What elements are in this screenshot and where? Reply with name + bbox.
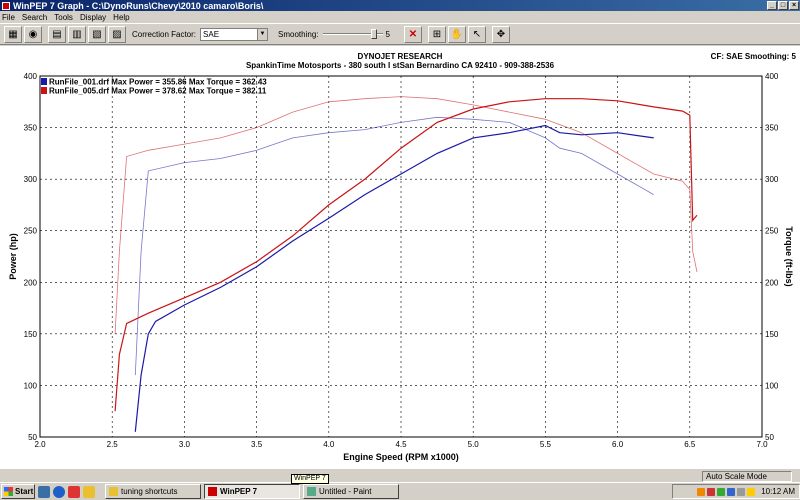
x-tick-label: 3.5 [251,440,263,449]
legend-swatch [41,78,47,85]
y2-tick-label: 400 [765,72,779,81]
smoothing-slider[interactable] [322,29,383,39]
y-tick-label: 250 [24,227,38,236]
tray-icon-4[interactable] [727,487,736,496]
toolbar: ▦ ◉ ▤ ▥ ▧ ▨ Correction Factor: SAE ▼ Smo… [0,23,800,45]
y-tick-label: 50 [28,433,37,442]
y2-tick-label: 300 [765,175,779,184]
task-tuning-shortcuts[interactable]: tuning shortcuts [105,484,201,499]
quicklaunch-folder-icon[interactable] [83,485,95,498]
graph-view-2-icon[interactable]: ▥ [68,25,86,43]
volume-icon[interactable] [747,487,756,496]
graph-panel[interactable]: DYNOJET RESEARCH SpankinTime Motosports … [0,46,800,468]
x-tick-label: 3.0 [179,440,191,449]
y-tick-label: 200 [24,278,38,287]
task-winpep[interactable]: WinPEP 7 [204,484,300,499]
y2-tick-label: 200 [765,278,779,287]
task-label: WinPEP 7 [220,487,258,496]
task-paint[interactable]: Untitled - Paint [303,484,399,499]
window-title: WinPEP 7 Graph - C:\DynoRuns\Chevy\2010 … [13,0,264,11]
x-axis-label: Engine Speed (RPM x1000) [343,452,459,462]
task-label: tuning shortcuts [121,487,178,496]
menu-bar: File Search Tools Display Help [0,11,800,23]
app-window: WinPEP 7 Graph - C:\DynoRuns\Chevy\2010 … [0,0,800,500]
x-tick-label: 4.0 [323,440,335,449]
folder-icon [109,487,118,496]
tray-icon-1[interactable] [697,487,706,496]
graph-view-1-icon[interactable]: ▤ [48,25,66,43]
x-tick-label: 6.0 [612,440,624,449]
close-button[interactable]: × [789,1,799,10]
x-tick-label: 4.5 [395,440,407,449]
correction-factor-value: SAE [203,29,220,39]
taskbar-tooltip: WinPEP 7 [291,474,329,484]
menu-tools[interactable]: Tools [54,13,73,22]
grid-icon[interactable]: ▦ [4,25,22,43]
y-tick-label: 350 [24,124,38,133]
graph-view-3-icon[interactable]: ▧ [88,25,106,43]
correction-factor-select[interactable]: SAE ▼ [200,27,269,41]
clear-icon[interactable]: ✕ [403,25,422,43]
y-tick-label: 100 [24,381,38,390]
legend-entry: RunFile_001.drf Max Power = 355.86 Max T… [49,78,267,87]
smoothing-label: Smoothing: [278,29,319,39]
y2-tick-label: 350 [765,124,779,133]
globe-icon[interactable]: ◉ [24,25,42,43]
minimize-button[interactable]: _ [767,1,777,10]
scale-mode-status: Auto Scale Mode [702,471,792,482]
graph-view-4-icon[interactable]: ▨ [108,25,126,43]
status-bar: Auto Scale Mode [0,468,800,482]
maximize-button[interactable]: □ [778,1,788,10]
smoothing-value: 5 [385,29,390,39]
tray-icon-5[interactable] [737,487,746,496]
winpep-icon [208,487,217,496]
y2-tick-label: 250 [765,227,779,236]
correction-factor-label: Correction Factor: [132,29,197,39]
menu-file[interactable]: File [2,13,15,22]
x-tick-label: 5.5 [540,440,552,449]
menu-display[interactable]: Display [80,13,106,22]
tray-icon-2[interactable] [707,487,716,496]
slider-knob[interactable] [370,29,377,39]
x-tick-label: 6.5 [684,440,696,449]
quicklaunch-desktop-icon[interactable] [38,485,50,498]
y-axis-label: Power (hp) [8,233,18,280]
system-tray: 10:12 AM [672,484,800,499]
zoom-icon[interactable]: ⊞ [427,25,446,43]
windows-flag-icon [4,487,13,496]
menu-search[interactable]: Search [22,13,47,22]
cursor-icon[interactable]: ↖ [467,25,486,43]
menu-help[interactable]: Help [113,13,129,22]
task-label: Untitled - Paint [319,487,372,496]
legend-swatch [41,87,47,94]
app-icon [2,1,10,10]
legend-entry: RunFile_005.drf Max Power = 378.62 Max T… [49,87,267,96]
move-icon[interactable]: ✥ [491,25,510,43]
y2-axis-label: Torque (ft-lbs) [784,226,794,286]
legend: RunFile_001.drf Max Power = 355.86 Max T… [41,78,267,96]
quicklaunch-ie-icon[interactable] [53,485,65,498]
x-tick-label: 2.5 [107,440,119,449]
y2-tick-label: 100 [765,381,779,390]
x-tick-label: 5.0 [468,440,480,449]
start-label: Start [15,487,34,496]
paint-icon [307,487,316,496]
y-tick-label: 300 [24,175,38,184]
clock[interactable]: 10:12 AM [761,487,795,496]
y2-tick-label: 150 [765,330,779,339]
tray-icon-3[interactable] [717,487,726,496]
chevron-down-icon[interactable]: ▼ [257,28,268,40]
quicklaunch-media-icon[interactable] [68,485,80,498]
taskbar: Start tuning shortcuts WinPEP 7 Untitled… [0,482,800,500]
y-tick-label: 400 [24,72,38,81]
start-button[interactable]: Start [1,484,35,499]
hand-icon[interactable]: ✋ [447,25,466,43]
title-bar: WinPEP 7 Graph - C:\DynoRuns\Chevy\2010 … [0,0,800,11]
y2-tick-label: 50 [765,433,774,442]
y-tick-label: 150 [24,330,38,339]
dyno-chart[interactable]: 2.0 2.5 3.0 3.5 4.0 4.5 5.0 5.5 6.0 6.5 7.050 50100… [0,46,800,468]
